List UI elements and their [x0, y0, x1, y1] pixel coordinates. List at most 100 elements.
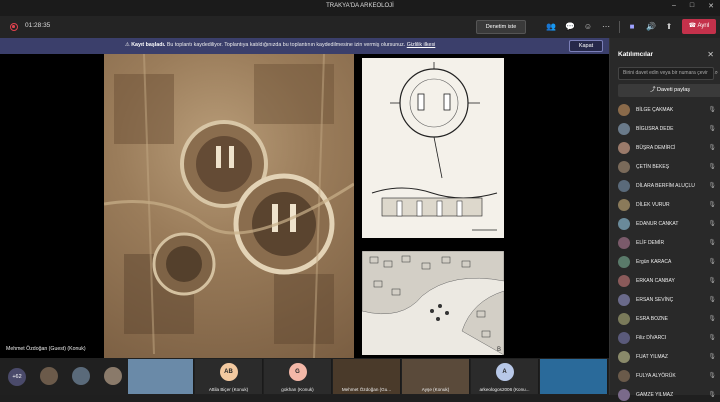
share-invite-button[interactable]: ⤴ Daveti paylaş	[618, 84, 720, 97]
overflow-count-badge[interactable]: +62	[8, 368, 26, 386]
privacy-link[interactable]: Gizlilik ilkesi	[407, 42, 436, 48]
video-tile-name: Ayşe (Konuk)	[421, 387, 450, 392]
mic-muted-icon: 🎙	[708, 221, 716, 227]
mic-muted-icon: 🎙	[708, 164, 716, 170]
mic-muted-icon: 🎙	[708, 373, 716, 379]
mic-muted-icon: 🎙	[708, 278, 716, 284]
video-tile-name: gokhan (Konuk)	[281, 387, 314, 392]
participant-name: EDANUR CANKAT	[636, 221, 679, 227]
avatar	[618, 370, 630, 382]
banner-close-button[interactable]: Kapat	[569, 40, 603, 52]
participant-row[interactable]: Ergün KARACA 🎙	[618, 255, 716, 269]
participant-row[interactable]: Filiz DİVARCI 🎙	[618, 331, 716, 345]
participant-name: FUAT YILMAZ	[636, 354, 668, 360]
mic-icon[interactable]: 🔊	[645, 21, 657, 33]
participant-row[interactable]: ERKAN CANBAY 🎙	[618, 274, 716, 288]
invite-search-input[interactable]: Birini davet edin veya bir numara çevir	[618, 67, 714, 80]
participant-row[interactable]: BİLGE ÇAKMAK 🎙	[618, 103, 716, 117]
avatar: G	[288, 363, 307, 381]
avatar	[618, 218, 630, 230]
temple-plan-drawing	[362, 58, 504, 238]
participant-row[interactable]: DİLARA BERFİM ALUÇLU 🎙	[618, 179, 716, 193]
share-icon[interactable]: ⬆	[663, 21, 675, 33]
avatar	[618, 237, 630, 249]
chat-icon[interactable]: 💬	[564, 21, 576, 33]
minimize-icon[interactable]: –	[672, 2, 676, 10]
participant-row[interactable]: EDANUR CANKAT 🎙	[618, 217, 716, 231]
request-control-button[interactable]: Denetim iste	[476, 20, 526, 34]
participant-name: ERKAN CANBAY	[636, 278, 675, 284]
participant-name: ÇETİN BEKEŞ	[636, 164, 670, 170]
participant-row[interactable]: FULYA ALYÖRÜK 🎙	[618, 369, 716, 383]
mic-muted-icon: 🎙	[708, 297, 716, 303]
mic-muted-icon: 🎙	[708, 240, 716, 246]
participant-row[interactable]: DİLEK VURUR 🎙	[618, 198, 716, 212]
participant-name: GAMZE YILMAZ	[636, 392, 674, 398]
shared-screen: B Mehmet Özdoğan (Guest) (Konuk)	[0, 54, 609, 358]
banner-text: Bu toplantı kaydediliyor. Toplantıya kat…	[166, 42, 406, 48]
participant-name: Filiz DİVARCI	[636, 335, 667, 341]
close-icon[interactable]: ✕	[707, 50, 714, 59]
participant-thumbnail[interactable]	[72, 367, 90, 385]
recording-banner: ⚠ Kayıt başladı. Bu toplantı kaydediliyo…	[0, 38, 609, 54]
avatar	[618, 294, 630, 306]
video-tile[interactable]: A arkeologos2006 (Konu...	[471, 359, 539, 394]
mic-muted-icon: 🎙	[708, 107, 716, 113]
banner-title: Kayıt başladı.	[131, 42, 166, 48]
avatar	[618, 161, 630, 173]
participant-name: DİLEK VURUR	[636, 202, 670, 208]
leave-button[interactable]: ☎ Ayrıl	[682, 19, 716, 34]
avatar: A	[495, 363, 514, 381]
camera-icon[interactable]: ■	[626, 21, 638, 33]
maximize-icon[interactable]: □	[690, 2, 694, 10]
window-titlebar: TRAKYA'DA ARKEOLOJİ – □ ✕	[0, 0, 720, 16]
participants-icon[interactable]: 👥	[545, 21, 557, 33]
avatar	[618, 142, 630, 154]
participant-row[interactable]: GAMZE YILMAZ 🎙	[618, 388, 716, 402]
leave-label: Ayrıl	[697, 23, 710, 29]
window-controls: – □ ✕	[672, 2, 714, 10]
avatar	[618, 332, 630, 344]
participant-name: Ergün KARACA	[636, 259, 672, 265]
video-gallery-strip: +62 AB Attila Biçer (Konuk) G gokhan (Ko…	[0, 358, 609, 395]
avatar	[618, 275, 630, 287]
meeting-toolbar: 01:28:35 Denetim iste 👥 💬 ☺ ⋯ ■ 🔊 ⬆ ☎ Ay…	[0, 16, 720, 38]
avatar	[618, 199, 630, 211]
mic-muted-icon: 🎙	[708, 126, 716, 132]
participant-row[interactable]: FUAT YILMAZ 🎙	[618, 350, 716, 364]
participant-row[interactable]: ÇETİN BEKEŞ 🎙	[618, 160, 716, 174]
avatar	[618, 313, 630, 325]
participant-row[interactable]: ELİF DEMİR 🎙	[618, 236, 716, 250]
more-icon[interactable]: ⋯	[600, 21, 612, 33]
video-tile[interactable]: AB Attila Biçer (Konuk)	[195, 359, 263, 394]
video-tile-name: arkeologos2006 (Konu...	[479, 387, 530, 392]
participant-name: BÜŞRA DEMİRCİ	[636, 145, 676, 151]
mic-muted-icon: 🎙	[708, 145, 716, 151]
participants-panel: Katılımcılar ✕ Birini davet edin veya bi…	[609, 38, 720, 401]
banner-message: ⚠ Kayıt başladı. Bu toplantı kaydediliyo…	[125, 42, 435, 48]
window-title: TRAKYA'DA ARKEOLOJİ	[326, 3, 394, 9]
avatar	[618, 351, 630, 363]
reactions-icon[interactable]: ☺	[582, 21, 594, 33]
participant-row[interactable]: BÜŞRA DEMİRCİ 🎙	[618, 141, 716, 155]
video-tile[interactable]: G gokhan (Konuk)	[264, 359, 332, 394]
close-icon[interactable]: ✕	[708, 2, 714, 10]
warning-icon: ⚠	[125, 42, 130, 48]
video-tile[interactable]	[128, 359, 194, 394]
participant-row[interactable]: ESRA BOZNE 🎙	[618, 312, 716, 326]
avatar: AB	[219, 363, 238, 381]
participant-thumbnail[interactable]	[40, 367, 58, 385]
participant-row[interactable]: ERSAN SEVİNÇ 🎙	[618, 293, 716, 307]
participant-name: BİLGE ÇAKMAK	[636, 107, 674, 113]
participant-thumbnail[interactable]	[104, 367, 122, 385]
settlement-map-drawing: B	[362, 251, 504, 355]
video-tile[interactable]: Ayşe (Konuk)	[402, 359, 470, 394]
toolbar-divider	[619, 21, 620, 33]
video-tile-name: Mehmet Özdoğan (Gu...	[341, 387, 392, 392]
participant-row[interactable]: BİGUSRA DEDE 🎙	[618, 122, 716, 136]
video-tile[interactable]	[540, 359, 608, 394]
video-tile[interactable]: Mehmet Özdoğan (Gu...	[333, 359, 401, 394]
video-tile-name: Attila Biçer (Konuk)	[208, 387, 249, 392]
mic-muted-icon: 🎙	[708, 202, 716, 208]
mic-muted-icon: 🎙	[708, 354, 716, 360]
